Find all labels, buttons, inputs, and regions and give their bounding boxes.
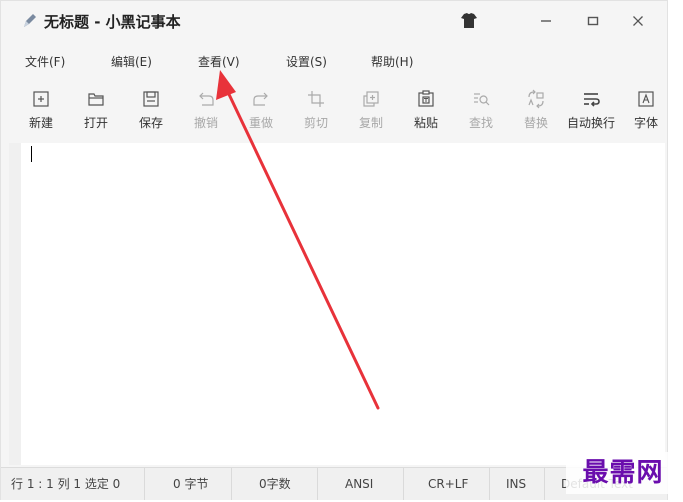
status-separator: [544, 468, 545, 500]
menu-settings[interactable]: 设置(S): [286, 53, 327, 70]
status-line-ending[interactable]: CR+LF: [428, 468, 468, 500]
text-caret: [31, 146, 32, 162]
text-editor[interactable]: [21, 143, 665, 465]
replace-label: 替换: [523, 116, 548, 130]
undo-button[interactable]: 撤销: [178, 89, 234, 137]
close-icon: [633, 16, 643, 26]
copy-button[interactable]: 复制: [343, 89, 399, 137]
tshirt-icon: [461, 13, 477, 28]
copy-label: 复制: [358, 116, 383, 130]
menu-view[interactable]: 查看(V): [198, 53, 240, 70]
redo-label: 重做: [248, 116, 273, 130]
minimize-icon: [541, 20, 551, 22]
notepad-pen-icon: [24, 14, 36, 27]
find-button[interactable]: 查找: [453, 89, 509, 137]
new-label: 新建: [28, 116, 53, 130]
replace-icon: [528, 89, 544, 109]
status-encoding[interactable]: ANSI: [345, 468, 373, 500]
status-separator: [144, 468, 145, 500]
font-label: 字体: [633, 116, 658, 130]
status-separator: [489, 468, 490, 500]
window-title: 无标题 - 小黑记事本: [44, 13, 181, 31]
save-disk-icon: [143, 91, 159, 107]
title-bar[interactable]: 无标题 - 小黑记事本: [1, 1, 667, 41]
status-separator: [317, 468, 318, 500]
paste-clipboard-icon: [418, 90, 434, 107]
paste-button[interactable]: 粘贴: [398, 89, 454, 137]
redo-button[interactable]: 重做: [233, 89, 289, 137]
menu-help[interactable]: 帮助(H): [371, 53, 413, 70]
status-separator: [231, 468, 232, 500]
save-label: 保存: [138, 116, 163, 130]
line-gutter: [9, 143, 21, 465]
menu-bar: 文件(F) 编辑(E) 查看(V) 设置(S) 帮助(H): [1, 51, 667, 73]
cut-label: 剪切: [303, 116, 328, 130]
cut-button[interactable]: 剪切: [288, 89, 344, 137]
font-button[interactable]: 字体: [618, 89, 674, 137]
folder-open-icon: [88, 93, 104, 106]
toolbar: 新建 打开 保存 撤销 重做 剪切 复制 粘贴 查找 替换 自动换行 字体: [1, 89, 667, 137]
word-wrap-button[interactable]: 自动换行: [563, 89, 619, 137]
open-button[interactable]: 打开: [68, 89, 124, 137]
close-button[interactable]: [621, 8, 655, 34]
word-wrap-icon: [584, 93, 600, 107]
status-char-count: 0字数: [259, 477, 291, 491]
notepad-window: 无标题 - 小黑记事本 文件(F) 编辑(E) 查看(V) 设置(S) 帮助(H…: [0, 0, 668, 500]
watermark-logo: 最需网: [566, 452, 680, 494]
find-label: 查找: [468, 116, 493, 130]
menu-edit[interactable]: 编辑(E): [111, 53, 152, 70]
maximize-button[interactable]: [576, 8, 610, 34]
paste-label: 粘贴: [413, 116, 438, 130]
replace-button[interactable]: 替换: [508, 89, 564, 137]
find-search-icon: [474, 93, 490, 106]
crop-cut-icon: [308, 91, 324, 107]
editor-area: [9, 143, 665, 465]
status-cursor-position: 行 1 : 1 列 1 选定 0: [11, 477, 121, 491]
maximize-icon: [587, 16, 599, 26]
font-icon: [638, 91, 654, 107]
save-button[interactable]: 保存: [123, 89, 179, 137]
skin-button[interactable]: [456, 9, 482, 33]
menu-file[interactable]: 文件(F): [25, 53, 65, 70]
status-insert-mode[interactable]: INS: [506, 468, 526, 500]
new-file-icon: [33, 91, 49, 107]
copy-icon: [363, 91, 379, 107]
new-button[interactable]: 新建: [13, 89, 69, 137]
word-wrap-label: 自动换行: [566, 116, 615, 130]
open-label: 打开: [83, 116, 108, 130]
status-separator: [403, 468, 404, 500]
minimize-button[interactable]: [529, 8, 563, 34]
status-byte-count: 0 字节: [173, 477, 209, 491]
undo-icon: [199, 92, 214, 106]
redo-icon: [253, 92, 268, 106]
undo-label: 撤销: [193, 116, 218, 130]
